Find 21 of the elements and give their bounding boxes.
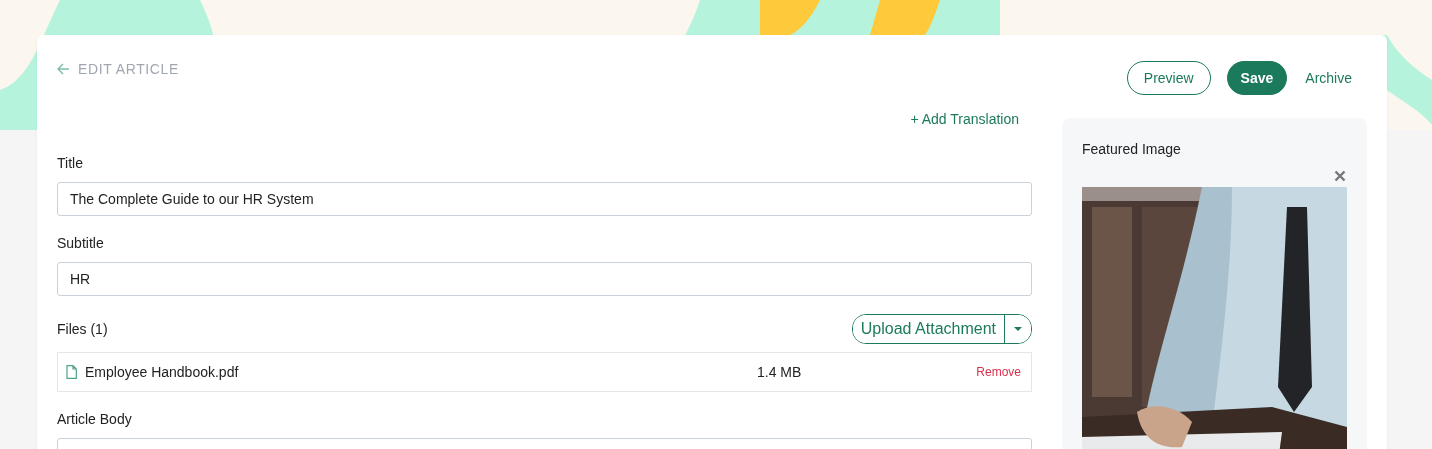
save-button[interactable]: Save <box>1226 61 1288 95</box>
panel-title: Featured Image <box>1082 141 1182 158</box>
caret-icon <box>1014 327 1022 331</box>
upload-attachment-button[interactable]: Upload Attachment <box>852 315 1005 343</box>
files-label: Files (1) <box>57 320 108 338</box>
field-label: Article Body <box>57 411 133 428</box>
file-size: 1.4 MB <box>757 364 803 380</box>
page-title: EDIT ARTICLE <box>78 61 179 77</box>
text-field[interactable]: The Complete Guide to our HR System <box>57 182 1032 216</box>
text-field[interactable]: HR <box>57 262 1032 296</box>
archive-link[interactable]: Archive <box>1303 61 1354 95</box>
back-arrow-icon[interactable] <box>57 63 70 75</box>
field-label: Subtitle <box>57 235 105 252</box>
remove-link[interactable]: Remove <box>976 365 1021 379</box>
file-icon <box>66 365 77 379</box>
upload-split-button[interactable]: Upload Attachment <box>851 314 1032 344</box>
add-translation-link[interactable]: + Add Translation <box>910 110 1019 128</box>
field-label: Title <box>57 155 84 172</box>
file-name: Employee Handbook.pdf <box>85 364 240 380</box>
preview-button[interactable]: Preview <box>1126 61 1211 95</box>
close-icon[interactable] <box>1334 170 1346 182</box>
